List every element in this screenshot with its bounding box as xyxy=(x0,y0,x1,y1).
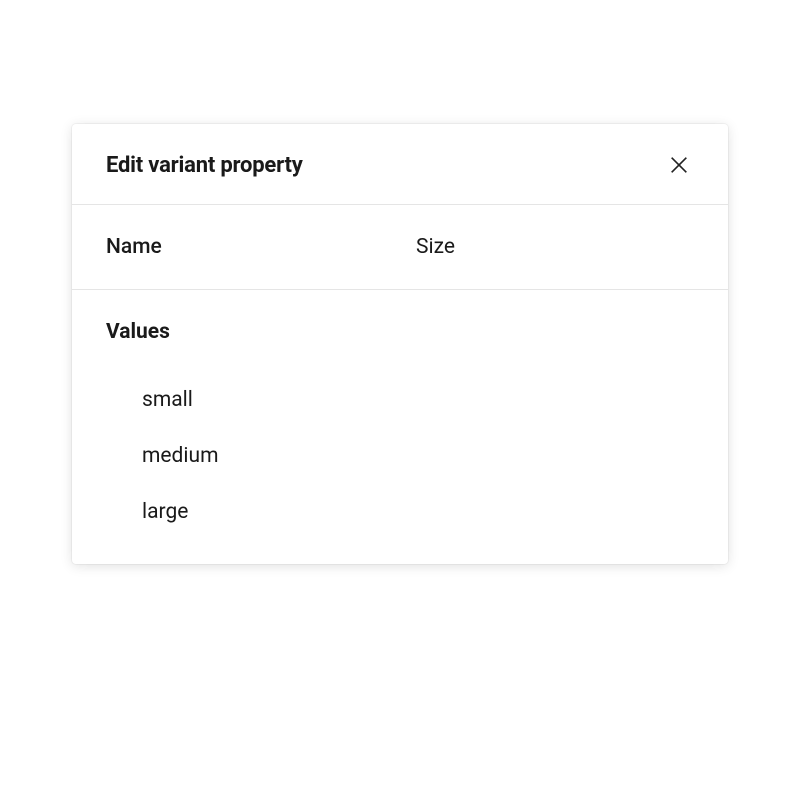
values-heading: Values xyxy=(106,320,694,344)
name-input[interactable] xyxy=(416,235,694,259)
modal-title: Edit variant property xyxy=(106,153,303,178)
value-item[interactable]: small xyxy=(106,372,694,428)
values-section: Values small medium large xyxy=(72,290,728,564)
edit-variant-property-modal: Edit variant property Name Values small … xyxy=(72,124,728,564)
name-label: Name xyxy=(106,235,416,259)
close-icon xyxy=(668,154,690,176)
name-row: Name xyxy=(72,205,728,290)
modal-header: Edit variant property xyxy=(72,124,728,205)
value-item[interactable]: large xyxy=(106,484,694,540)
close-button[interactable] xyxy=(664,150,694,180)
value-item[interactable]: medium xyxy=(106,428,694,484)
